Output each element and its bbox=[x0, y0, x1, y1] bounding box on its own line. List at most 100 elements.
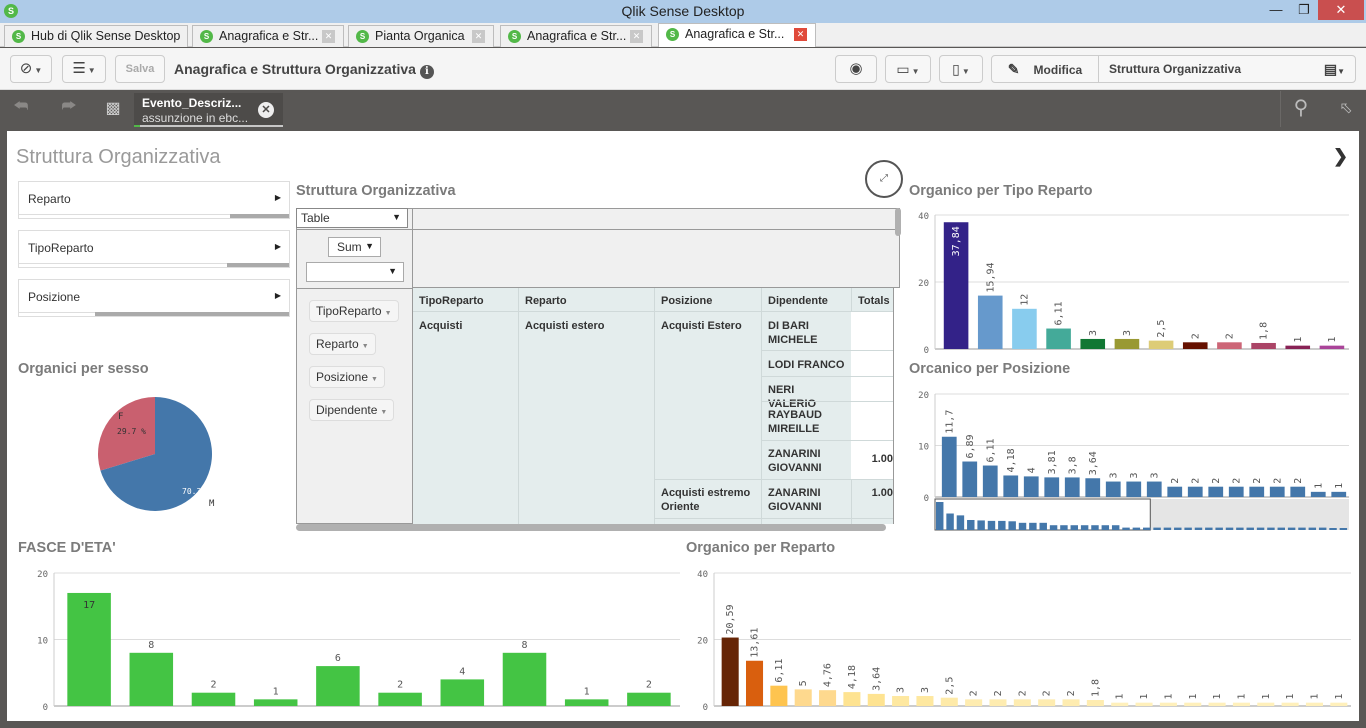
bar[interactable] bbox=[1159, 702, 1177, 706]
pivot-cell-posizione[interactable]: Acquisti estremo Oriente bbox=[655, 482, 763, 518]
bar[interactable] bbox=[1232, 702, 1250, 706]
edit-button[interactable]: ✎ Modifica bbox=[991, 55, 1099, 83]
horizontal-scrollbar[interactable] bbox=[296, 524, 886, 531]
bar[interactable] bbox=[1114, 338, 1140, 349]
bar[interactable] bbox=[1105, 481, 1121, 497]
bar[interactable] bbox=[965, 699, 983, 706]
bar[interactable] bbox=[1085, 478, 1101, 497]
aggregation-select[interactable]: Sum ▼ bbox=[328, 237, 381, 257]
fasce-eta-bar-chart[interactable]: 2010017821624812 bbox=[18, 563, 680, 713]
bar[interactable] bbox=[916, 696, 934, 706]
bar[interactable] bbox=[989, 699, 1007, 706]
bar[interactable] bbox=[940, 697, 958, 706]
bar[interactable] bbox=[1331, 491, 1347, 497]
bar[interactable] bbox=[1182, 342, 1208, 349]
chevron-right-icon[interactable]: ❯ bbox=[1333, 146, 1348, 167]
filter-posizione[interactable]: Posizione ▶ bbox=[18, 279, 290, 317]
bar[interactable] bbox=[253, 699, 298, 706]
bookmarks-button[interactable]: ▯ ▼ bbox=[939, 55, 983, 83]
pivot-cell-dipendente[interactable]: ZANARINI GIOVANNI bbox=[762, 482, 851, 518]
tab-close-icon[interactable]: ✕ bbox=[630, 30, 643, 43]
bar[interactable] bbox=[1257, 702, 1275, 706]
bar[interactable] bbox=[1003, 475, 1019, 497]
gender-pie-chart[interactable]: F 29.7 % 70.3 % M bbox=[87, 386, 227, 526]
bar[interactable] bbox=[1135, 702, 1153, 706]
posizione-bar-chart[interactable]: 20 10 0 11,7 6,89 6,11 4,18 4 3,81 3,8 3,64 3 3 3 2 2 2 2… bbox=[905, 384, 1351, 534]
tab-close-icon[interactable]: ✕ bbox=[322, 30, 335, 43]
dimension-chip-posizione[interactable]: Posizione ▼ bbox=[309, 366, 385, 388]
pivot-cell-dipendente[interactable]: RAYBAUD MIREILLE bbox=[762, 404, 851, 440]
bar[interactable] bbox=[892, 696, 910, 706]
bar[interactable] bbox=[502, 652, 547, 706]
minimize-icon[interactable]: — bbox=[1262, 0, 1290, 20]
column-header[interactable]: Posizione bbox=[655, 290, 718, 312]
bar[interactable] bbox=[770, 685, 788, 706]
bar[interactable] bbox=[794, 689, 812, 706]
bar[interactable] bbox=[1305, 702, 1324, 706]
bar[interactable] bbox=[982, 465, 998, 497]
bar[interactable] bbox=[1330, 702, 1348, 706]
pivot-cell-dipendente[interactable]: ZANARINI GIOVANNI bbox=[762, 443, 851, 479]
bar[interactable] bbox=[1310, 491, 1326, 497]
bar[interactable] bbox=[1086, 700, 1104, 706]
measure-select[interactable]: ▼ bbox=[306, 262, 404, 282]
save-button[interactable]: Salva bbox=[115, 55, 165, 83]
selection-chip[interactable]: Evento_Descriz... assunzione in ebc... ✕ bbox=[134, 93, 283, 127]
column-header[interactable]: Totals bbox=[852, 290, 893, 312]
bar[interactable] bbox=[1228, 486, 1244, 497]
tab-close-icon[interactable]: ✕ bbox=[472, 30, 485, 43]
column-header[interactable]: Dipendente bbox=[762, 290, 834, 312]
search-icon[interactable]: ⚲ bbox=[1288, 95, 1314, 119]
tab-anagrafica-2[interactable]: S Anagrafica e Str... ✕ bbox=[500, 25, 652, 47]
bar[interactable] bbox=[1249, 486, 1265, 497]
pivot-cell-tipo[interactable]: Acquisti bbox=[413, 315, 468, 337]
bar[interactable] bbox=[627, 692, 671, 706]
pivot-cell-dipendente[interactable]: DI BARI MICHELE bbox=[762, 315, 851, 351]
tab-anagrafica-1[interactable]: S Anagrafica e Str... ✕ bbox=[192, 25, 344, 47]
vertical-scrollbar[interactable] bbox=[895, 208, 901, 236]
bar[interactable] bbox=[1126, 481, 1142, 497]
pivot-cell-posizione[interactable]: Acquisti Estero bbox=[655, 315, 760, 337]
tab-pianta-organica[interactable]: S Pianta Organica ✕ bbox=[348, 25, 494, 47]
bar[interactable] bbox=[1064, 477, 1080, 497]
bar[interactable] bbox=[564, 699, 609, 706]
pivot-cell-dipendente[interactable]: LODI FRANCO bbox=[762, 354, 851, 376]
info-icon[interactable]: i bbox=[419, 65, 434, 79]
bar[interactable] bbox=[1217, 342, 1242, 349]
filter-reparto[interactable]: Reparto ▶ bbox=[18, 181, 290, 219]
bar[interactable] bbox=[1285, 345, 1311, 349]
bar[interactable] bbox=[378, 692, 422, 706]
bar[interactable] bbox=[1167, 486, 1183, 497]
dimension-chip-reparto[interactable]: Reparto ▼ bbox=[309, 333, 376, 355]
bar[interactable] bbox=[977, 295, 1003, 349]
bar[interactable] bbox=[1023, 476, 1039, 497]
bar[interactable] bbox=[1187, 486, 1203, 497]
restore-icon[interactable]: ❐ bbox=[1290, 0, 1318, 20]
reparto-bar-chart[interactable]: 40 20 0 20,59 13,61 6,11 5 4,76 4,18 3,64 3 3 2,5 2 2 2… bbox=[686, 563, 1351, 713]
column-header[interactable]: Reparto bbox=[519, 290, 573, 312]
column-header[interactable]: TipoReparto bbox=[413, 290, 490, 312]
bar[interactable] bbox=[819, 690, 837, 706]
bar[interactable] bbox=[1251, 342, 1276, 349]
dimension-chip-tiporeparto[interactable]: TipoReparto ▼ bbox=[309, 300, 399, 322]
storytelling-button[interactable]: ▭ ▼ bbox=[885, 55, 931, 83]
filter-tiporeparto[interactable]: TipoReparto ▶ bbox=[18, 230, 290, 268]
bar[interactable] bbox=[440, 679, 485, 706]
bar[interactable] bbox=[1184, 702, 1202, 706]
tipo-reparto-bar-chart[interactable]: 40 20 0 37,84 15,94 12 6,11 3 3 2,5 2 2 1,8 1 1 bbox=[905, 205, 1351, 355]
bar[interactable] bbox=[745, 660, 764, 706]
bar[interactable] bbox=[962, 461, 978, 497]
tab-anagrafica-active[interactable]: S Anagrafica e Str... ✕ bbox=[658, 23, 816, 47]
bar[interactable] bbox=[1319, 345, 1345, 349]
snapshot-button[interactable]: ◉ bbox=[835, 55, 877, 83]
bar[interactable] bbox=[721, 637, 739, 706]
bar[interactable] bbox=[1046, 328, 1071, 349]
tab-close-icon[interactable]: ✕ bbox=[794, 28, 807, 41]
bar[interactable] bbox=[1012, 308, 1037, 349]
bar[interactable] bbox=[191, 692, 236, 706]
tab-hub[interactable]: S Hub di Qlik Sense Desktop bbox=[4, 25, 188, 47]
global-menu-button[interactable]: ☰ ▼ bbox=[62, 55, 106, 83]
bar[interactable] bbox=[1281, 702, 1299, 706]
view-select[interactable]: Table ▼ bbox=[296, 208, 408, 228]
bar[interactable] bbox=[1290, 486, 1306, 497]
